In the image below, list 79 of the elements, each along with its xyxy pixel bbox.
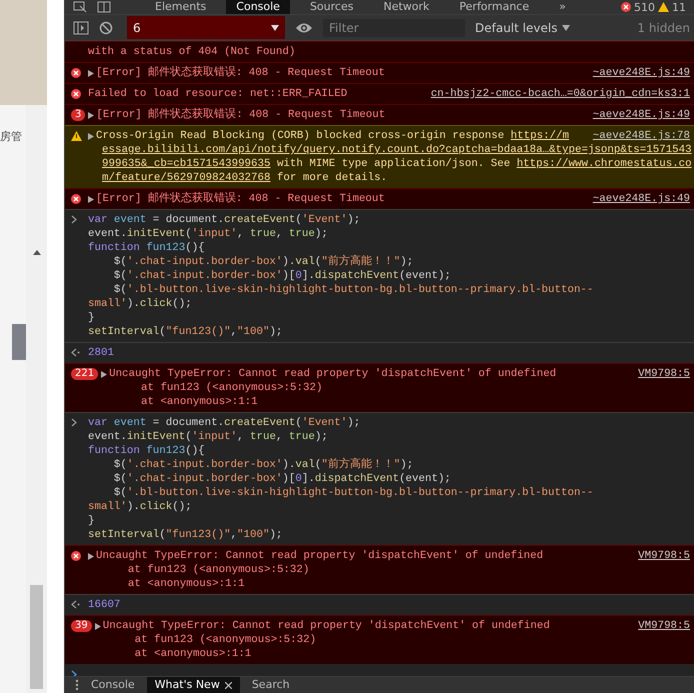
message-line: Cross-Origin Read Blocking (CORB) blocked cross-origin response https://m — [96, 129, 570, 143]
device-toolbar-icon[interactable] — [97, 1, 111, 13]
panel-tab[interactable]: Console — [226, 0, 290, 14]
dropdown-caret-icon — [562, 24, 570, 30]
message-line: Uncaught TypeError: Cannot read property 'dispatchEvent' of undefined — [102, 619, 551, 633]
code-text: var event = document.createEvent('Event'); event.initEvent('input', true, true); function fun123(){ $('.chat-input.border-box').val("前方高能！！"); $('.chat-input.border-box')[0].dispatchEvent(event); $('.bl-button.live-skin-highlight-button-bg.bl-button--primary.bl-button-- small').click(); } setInterval("fun123()","100"); — [88, 416, 594, 542]
repeat-count-badge: 221 — [71, 368, 98, 380]
result-value: 2801 — [88, 346, 115, 360]
source-link[interactable]: cn-hbsjz2-cmcc-bcach…=0&origin_cdn=ks3:1 — [430, 87, 690, 101]
code-text: var event = document.createEvent('Event'); event.initEvent('input', true, true); function fun123(){ $('.chat-input.border-box').val("前方高能！！"); $('.chat-input.border-box')[0].dispatchEvent(event); $('.bl-button.live-skin-highlight-button-bg.bl-button--primary.bl-button-- small').click(); } setInterval("fun123()","100"); — [88, 213, 594, 339]
message-line: [Error] 邮件状态获取错误: 408 - Request Timeout — [96, 192, 386, 206]
panel-tab[interactable]: Performance — [449, 0, 540, 14]
message-line: Uncaught TypeError: Cannot read property 'dispatchEvent' of undefined — [96, 549, 544, 563]
message-line: [Error] 邮件状态获取错误: 408 - Request Timeout — [96, 66, 386, 80]
message-line: with a status of 404 (Not Found) — [88, 45, 296, 59]
message-line: at fun123 (<anonymous>:5:32) — [140, 381, 324, 395]
levels-dropdown[interactable]: Default levels — [475, 20, 570, 34]
warning-icon — [658, 2, 669, 12]
result-arrow-icon — [71, 600, 80, 609]
input-prompt-icon — [71, 418, 77, 427]
message-line: [Error] 邮件状态获取错误: 408 - Request Timeout — [96, 108, 386, 122]
link[interactable]: https://m — [510, 130, 569, 142]
source-link[interactable]: ~aeve248E.js:49 — [592, 66, 690, 80]
context-select[interactable]: 6 — [127, 16, 285, 39]
link[interactable]: essage.bilibili.com/api/notify/query.notify.count.do?captcha=bdaa18a…&type=jsonp&ts=1571543 — [102, 144, 692, 156]
close-icon[interactable] — [224, 682, 232, 688]
expand-triangle-icon[interactable] — [88, 112, 94, 118]
hidden-count: 1 hidden — [637, 20, 690, 34]
message-line: at <anonymous>:1:1 — [126, 577, 246, 591]
sidebar-toggle-icon[interactable] — [73, 20, 89, 34]
message-line: m/feature/5629709824032768 for more details. — [101, 171, 388, 185]
eye-icon[interactable] — [295, 22, 313, 34]
message-line: at fun123 (<anonymous>:5:32) — [126, 563, 310, 577]
message-line: at <anonymous>:1:1 — [140, 395, 259, 409]
link[interactable]: https://www.chromestatus.co — [516, 158, 692, 170]
scrollbar[interactable] — [26, 105, 47, 693]
source-link[interactable]: ~aeve248E.js:49 — [592, 108, 690, 122]
panel-tab[interactable]: Sources — [300, 0, 364, 14]
source-link[interactable]: ~aeve248E.js:49 — [592, 192, 690, 206]
warning-count: 11 — [672, 0, 686, 14]
link[interactable]: m/feature/5629709824032768 — [102, 172, 270, 184]
image-placeholder — [12, 324, 26, 360]
panel-tab[interactable]: Network — [373, 0, 440, 14]
dropdown-caret-icon — [271, 24, 279, 30]
drawer-tab[interactable]: Console — [83, 677, 143, 693]
error-icon — [621, 2, 631, 12]
repeat-count-badge: 39 — [71, 620, 92, 632]
more-tabs-button[interactable]: » — [549, 0, 576, 14]
scroll-up-arrow-icon[interactable] — [32, 250, 40, 255]
drawer-tab[interactable]: What's New — [146, 677, 240, 693]
source-link[interactable]: ~aeve248E.js:78 — [592, 129, 690, 143]
message-line: at <anonymous>:1:1 — [134, 647, 252, 661]
message-line: Failed to load resource: net::ERR_FAILED — [88, 87, 348, 101]
drawer-tab[interactable]: Search — [244, 677, 298, 693]
panel-tab[interactable]: Elements — [145, 0, 216, 14]
expand-triangle-icon[interactable] — [101, 370, 108, 378]
expand-triangle-icon[interactable] — [88, 552, 94, 560]
clear-console-icon[interactable] — [99, 20, 113, 34]
scrollbar-thumb[interactable] — [30, 585, 43, 689]
expand-triangle-icon[interactable] — [88, 132, 94, 140]
message-line: at fun123 (<anonymous>:5:32) — [134, 633, 318, 647]
expand-triangle-icon[interactable] — [94, 622, 101, 630]
link[interactable]: 999635&_cb=cb1571543999635 — [102, 158, 270, 170]
error-count: 510 — [634, 0, 655, 14]
page-label: 房管 — [0, 129, 23, 144]
repeat-count-badge: 3 — [71, 109, 86, 121]
expand-triangle-icon[interactable] — [88, 196, 94, 202]
more-menu-icon[interactable] — [75, 679, 79, 691]
result-arrow-icon — [71, 348, 80, 357]
message-line: Uncaught TypeError: Cannot read property 'dispatchEvent' of undefined — [109, 367, 558, 381]
source-link[interactable]: VM9798:5 — [638, 619, 690, 633]
message-line: 999635&_cb=cb1571543999635 with MIME type application/json. See https://www.chromestatus.co — [101, 157, 690, 171]
input-prompt-icon — [71, 215, 77, 224]
result-value: 16607 — [88, 598, 122, 612]
source-link[interactable]: VM9798:5 — [638, 549, 690, 563]
filter-field[interactable]: Filter — [323, 18, 465, 36]
expand-triangle-icon[interactable] — [88, 70, 94, 76]
inspect-icon[interactable] — [73, 1, 87, 13]
source-link[interactable]: VM9798:5 — [638, 367, 690, 381]
